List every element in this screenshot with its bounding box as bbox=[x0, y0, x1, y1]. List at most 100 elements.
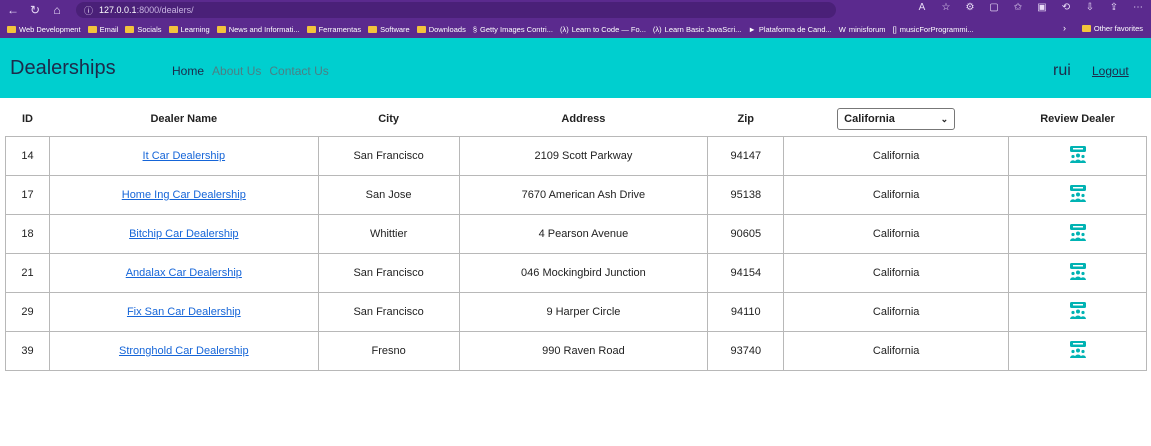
chevron-right-icon[interactable]: › bbox=[1063, 23, 1066, 33]
dealer-state: California bbox=[783, 253, 1010, 293]
folder-icon bbox=[216, 25, 226, 33]
freecodecamp-icon: (λ) bbox=[559, 24, 569, 34]
dealer-zip: 94147 bbox=[707, 136, 785, 176]
bookmark[interactable]: Ferramentas bbox=[306, 25, 361, 34]
dealer-city: Fresno bbox=[317, 331, 460, 371]
dealer-state: California bbox=[783, 136, 1010, 176]
dealer-name-link[interactable]: Bitchip Car Dealership bbox=[129, 228, 238, 240]
header-id: ID bbox=[5, 102, 50, 137]
site-info-icon[interactable]: ⓘ bbox=[84, 4, 93, 17]
header-address: Address bbox=[459, 102, 708, 137]
review-dealer-icon[interactable] bbox=[1069, 340, 1087, 359]
review-dealer-icon[interactable] bbox=[1069, 145, 1087, 164]
dealer-zip: 94110 bbox=[707, 292, 785, 332]
dealer-address: 4 Pearson Avenue bbox=[458, 214, 709, 254]
folder-icon bbox=[306, 25, 316, 33]
dealer-id: 39 bbox=[5, 331, 50, 371]
review-dealer-icon[interactable] bbox=[1069, 262, 1087, 281]
header-state-filter-cell: California ⌄ bbox=[783, 102, 1009, 137]
refresh-icon[interactable]: ↻ bbox=[26, 3, 44, 17]
bookmark[interactable]: News and Informati... bbox=[216, 25, 300, 34]
dealer-state: California bbox=[783, 214, 1010, 254]
review-dealer-icon[interactable] bbox=[1069, 223, 1087, 242]
address-bar[interactable]: ⓘ 127.0.0.1 :8000/dealers/ bbox=[76, 2, 836, 18]
bookmark[interactable]: Socials bbox=[125, 25, 162, 34]
nav-about-link[interactable]: About Us bbox=[212, 64, 261, 78]
dealers-table: ID Dealer Name City Address Zip Californ… bbox=[5, 102, 1147, 371]
dealer-name-cell: Home Ing Car Dealership bbox=[48, 175, 319, 215]
bookmark[interactable]: [] musicForProgrammi... bbox=[893, 25, 974, 34]
dealer-name-link[interactable]: Stronghold Car Dealership bbox=[119, 345, 249, 357]
dealer-address: 990 Raven Road bbox=[458, 331, 709, 371]
review-cell bbox=[1008, 253, 1147, 293]
review-dealer-icon[interactable] bbox=[1069, 184, 1087, 203]
logout-link[interactable]: Logout bbox=[1092, 64, 1129, 78]
favorite-star-icon[interactable]: ☆ bbox=[939, 2, 953, 13]
dealer-id: 18 bbox=[5, 214, 50, 254]
review-dealer-icon[interactable] bbox=[1069, 301, 1087, 320]
favorites-icon[interactable]: ✩ bbox=[1011, 2, 1025, 13]
bookmark[interactable]: (λ) Learn to Code — Fo... bbox=[560, 25, 646, 34]
nav-home-link[interactable]: Home bbox=[172, 64, 204, 78]
dealer-state: California bbox=[783, 292, 1010, 332]
navbar: Dealerships Home About Us Contact Us rui… bbox=[0, 38, 1151, 98]
dealer-id: 29 bbox=[5, 292, 50, 332]
state-filter-select[interactable]: California ⌄ bbox=[837, 108, 956, 130]
header-zip: Zip bbox=[707, 102, 784, 137]
url-path: :8000/dealers/ bbox=[136, 5, 194, 15]
collections-icon[interactable]: ▣ bbox=[1035, 2, 1049, 13]
folder-icon bbox=[416, 25, 426, 33]
bookmark[interactable]: Web Development bbox=[7, 25, 81, 34]
bookmark[interactable]: (λ) Learn Basic JavaScri... bbox=[653, 25, 741, 34]
brand-title[interactable]: Dealerships bbox=[10, 57, 116, 80]
table-row: 29 Fix San Car Dealership San Francisco … bbox=[5, 292, 1147, 332]
table-row: 21 Andalax Car Dealership San Francisco … bbox=[5, 253, 1147, 293]
chevron-down-icon: ⌄ bbox=[940, 113, 949, 124]
play-icon: ► bbox=[748, 24, 756, 34]
dealer-name-link[interactable]: Home Ing Car Dealership bbox=[122, 189, 246, 201]
split-screen-icon[interactable]: ▢ bbox=[987, 2, 1001, 13]
nav-links: Home About Us Contact Us bbox=[172, 64, 329, 78]
nav-contact-link[interactable]: Contact Us bbox=[269, 64, 328, 78]
folder-icon bbox=[7, 25, 16, 33]
folder-icon bbox=[1081, 25, 1091, 32]
bookmark[interactable]: § Getty Images Contri... bbox=[473, 25, 553, 34]
extensions-icon[interactable]: ⚙ bbox=[963, 2, 977, 13]
dealer-name-link[interactable]: It Car Dealership bbox=[143, 150, 226, 162]
review-cell bbox=[1008, 214, 1147, 254]
review-cell bbox=[1008, 292, 1147, 332]
bookmark[interactable]: ► Plataforma de Cand... bbox=[748, 25, 831, 34]
downloads-icon[interactable]: ⇩ bbox=[1083, 2, 1097, 13]
dealer-zip: 90605 bbox=[707, 214, 785, 254]
bookmark[interactable]: Wminisforum bbox=[839, 25, 886, 34]
url-host: 127.0.0.1 bbox=[99, 5, 137, 15]
more-icon[interactable]: ⋯ bbox=[1131, 2, 1145, 13]
bookmark[interactable]: Learning bbox=[168, 25, 210, 34]
dealer-city: San Francisco bbox=[317, 292, 460, 332]
dealer-name-link[interactable]: Fix San Car Dealership bbox=[127, 306, 241, 318]
home-icon[interactable]: ⌂ bbox=[48, 3, 66, 17]
table-row: 39 Stronghold Car Dealership Fresno 990 … bbox=[5, 331, 1147, 371]
dealer-address: 9 Harper Circle bbox=[458, 292, 709, 332]
back-icon[interactable]: ← bbox=[4, 3, 22, 17]
share-icon[interactable]: ⇪ bbox=[1107, 2, 1121, 13]
folder-icon bbox=[368, 25, 378, 33]
dealer-zip: 93740 bbox=[707, 331, 785, 371]
other-favorites[interactable]: Other favorites bbox=[1081, 24, 1143, 33]
getty-icon: § bbox=[472, 24, 477, 34]
bookmark[interactable]: Downloads bbox=[416, 25, 466, 34]
bookmark[interactable]: Email bbox=[87, 25, 118, 34]
read-aloud-icon[interactable]: A bbox=[915, 2, 929, 13]
dealer-zip: 95138 bbox=[707, 175, 785, 215]
state-filter-value: California bbox=[844, 113, 895, 125]
table-row: 14 It Car Dealership San Francisco 2109 … bbox=[5, 136, 1147, 176]
dealer-name-cell: It Car Dealership bbox=[48, 136, 319, 176]
review-cell bbox=[1008, 136, 1147, 176]
dealer-city: Whittier bbox=[317, 214, 460, 254]
dealer-zip: 94154 bbox=[707, 253, 785, 293]
history-icon[interactable]: ⟲ bbox=[1059, 2, 1073, 13]
dealer-name-link[interactable]: Andalax Car Dealership bbox=[126, 267, 242, 279]
dealer-name-cell: Bitchip Car Dealership bbox=[48, 214, 319, 254]
bookmark[interactable]: Software bbox=[368, 25, 410, 34]
dealer-city: San Francisco bbox=[317, 253, 460, 293]
